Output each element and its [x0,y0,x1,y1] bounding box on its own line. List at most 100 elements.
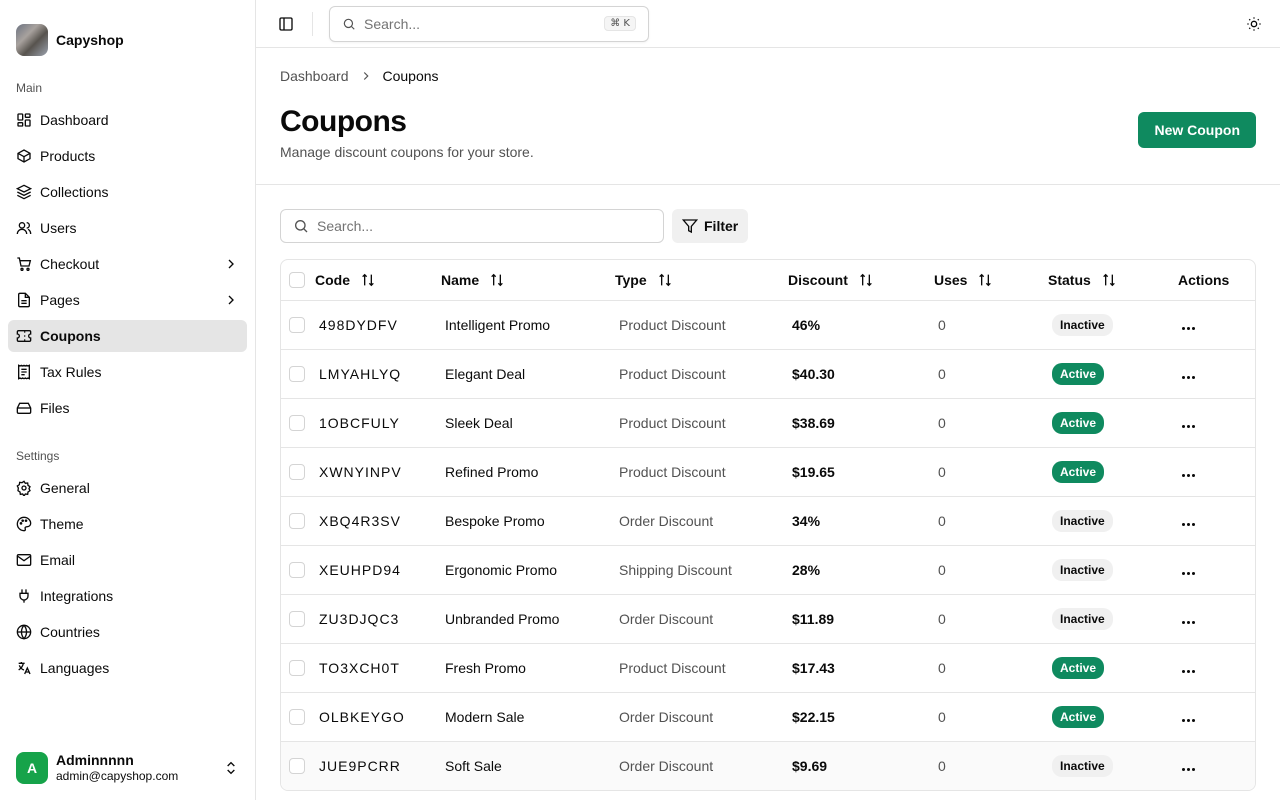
table-row[interactable]: ZU3DJQC3 Unbranded Promo Order Discount $11… [281,594,1255,644]
more-actions-icon[interactable] [1182,718,1195,722]
type-cell: Order Discount [607,496,780,546]
more-actions-icon[interactable] [1182,522,1195,526]
status-badge: Inactive [1052,313,1113,336]
more-actions-icon[interactable] [1182,669,1195,673]
sidebar-item-email[interactable]: Email [8,544,247,576]
new-coupon-button[interactable]: New Coupon [1138,112,1256,148]
row-checkbox[interactable] [289,464,305,481]
sidebar-item-products[interactable]: Products [8,140,247,172]
table-row[interactable]: OLBKEYGO Modern Sale Order Discount $22.15 0… [281,692,1255,742]
coupon-name: Modern Sale [445,708,525,725]
sidebar-item-dashboard[interactable]: Dashboard [8,104,247,136]
sidebar-item-countries[interactable]: Countries [8,616,247,648]
sidebar-item-theme[interactable]: Theme [8,508,247,540]
table-row[interactable]: XBQ4R3SV Bespoke Promo Order Discount 34% 0 I… [281,496,1255,546]
table-row[interactable]: TO3XCH0T Fresh Promo Product Discount $17.4… [281,643,1255,693]
row-checkbox[interactable] [289,709,305,726]
theme-toggle-button[interactable] [1244,14,1264,34]
row-checkbox[interactable] [289,562,305,579]
row-checkbox[interactable] [289,758,305,775]
sort-icon [860,273,872,287]
coupon-uses: 0 [938,757,946,774]
table-row[interactable]: LMYAHLYQ Elegant Deal Product Discount $40.… [281,349,1255,399]
row-checkbox[interactable] [289,513,305,530]
table-header-row: Code Name Type Discount Uses Status Acti… [281,260,1255,301]
sidebar-item-checkout[interactable]: Checkout [8,248,247,280]
column-header-type[interactable]: Type [607,260,780,301]
coupon-type: Order Discount [619,512,714,529]
coupon-uses: 0 [938,316,946,333]
more-actions-icon[interactable] [1182,767,1195,771]
sidebar-item-collections[interactable]: Collections [8,176,247,208]
sidebar-item-label: Languages [40,660,110,676]
more-actions-icon[interactable] [1182,620,1195,624]
coupon-type: Product Discount [619,316,726,333]
column-header-name[interactable]: Name [433,260,607,301]
discount-cell: $22.15 [780,692,926,742]
chevron-right-icon [363,72,369,80]
table-row[interactable]: XEUHPD94 Ergonomic Promo Shipping Discount… [281,545,1255,595]
row-checkbox[interactable] [289,317,305,334]
code-cell: XEUHPD94 [307,545,433,595]
code-cell: OLBKEYGO [307,692,433,742]
sort-icon [491,273,503,287]
more-actions-icon[interactable] [1182,473,1195,477]
table-row[interactable]: JUE9PCRR Soft Sale Order Discount $9.69 0 Ina… [281,741,1255,790]
coupon-type: Order Discount [619,757,714,774]
row-checkbox[interactable] [289,660,305,677]
discount-cell: 28% [780,545,926,595]
coupon-type: Product Discount [619,463,726,480]
divider [312,11,313,36]
column-header-code[interactable]: Code [307,260,433,301]
sidebar-item-label: Countries [40,624,100,640]
sidebar-item-users[interactable]: Users [8,212,247,244]
brand[interactable]: Capyshop [0,0,255,64]
coupon-uses: 0 [938,561,946,578]
column-label: Uses [934,271,968,288]
status-cell: Active [1040,692,1170,742]
coupon-code: XEUHPD94 [319,561,401,578]
select-all-checkbox[interactable] [289,272,305,289]
filter-button[interactable]: Filter [672,209,749,243]
global-search[interactable]: Search... ⌘ K [329,5,649,42]
languages-icon [18,662,31,675]
sidebar-item-general[interactable]: General [8,472,247,504]
column-header-discount[interactable]: Discount [780,260,926,301]
row-checkbox[interactable] [289,611,305,628]
table-toolbar: Search... Filter [280,209,1256,243]
table-search-input[interactable]: Search... [280,209,664,243]
actions-cell [1170,594,1255,644]
page-title: Coupons [280,105,407,138]
more-actions-icon[interactable] [1182,424,1195,428]
column-header-status[interactable]: Status [1040,260,1170,301]
actions-cell [1170,300,1255,350]
more-actions-icon[interactable] [1182,571,1195,575]
table-row[interactable]: 498DYDFV Intelligent Promo Product Discoun… [281,300,1255,350]
breadcrumb-dashboard[interactable]: Dashboard [280,68,349,84]
sidebar-item-languages[interactable]: Languages [8,652,247,684]
more-actions-icon[interactable] [1182,375,1195,379]
sidebar-item-pages[interactable]: Pages [8,284,247,316]
user-menu[interactable]: A Adminnnnn admin@capyshop.com [8,744,247,792]
sidebar-toggle-button[interactable] [276,14,296,34]
row-checkbox[interactable] [289,366,305,383]
column-label: Code [315,271,350,288]
sidebar-item-label: Coupons [40,328,101,344]
coupon-code: 498DYDFV [319,316,398,333]
coupon-type: Order Discount [619,708,714,725]
sidebar-item-coupons[interactable]: Coupons [8,320,247,352]
sun-icon [1247,16,1261,31]
sidebar-item-integrations[interactable]: Integrations [8,580,247,612]
select-cell [281,692,307,742]
column-header-uses[interactable]: Uses [926,260,1040,301]
more-actions-icon[interactable] [1182,326,1195,330]
table-row[interactable]: 1OBCFULY Sleek Deal Product Discount $38.69… [281,398,1255,448]
select-cell [281,496,307,546]
sidebar-item-files[interactable]: Files [8,392,247,424]
row-checkbox[interactable] [289,415,305,432]
sidebar-item-tax-rules[interactable]: Tax Rules [8,356,247,388]
package-icon [17,149,31,163]
coupon-discount: $22.15 [792,708,835,725]
table-row[interactable]: XWNYINPV Refined Promo Product Discount $19… [281,447,1255,497]
receipt-icon [18,364,30,380]
